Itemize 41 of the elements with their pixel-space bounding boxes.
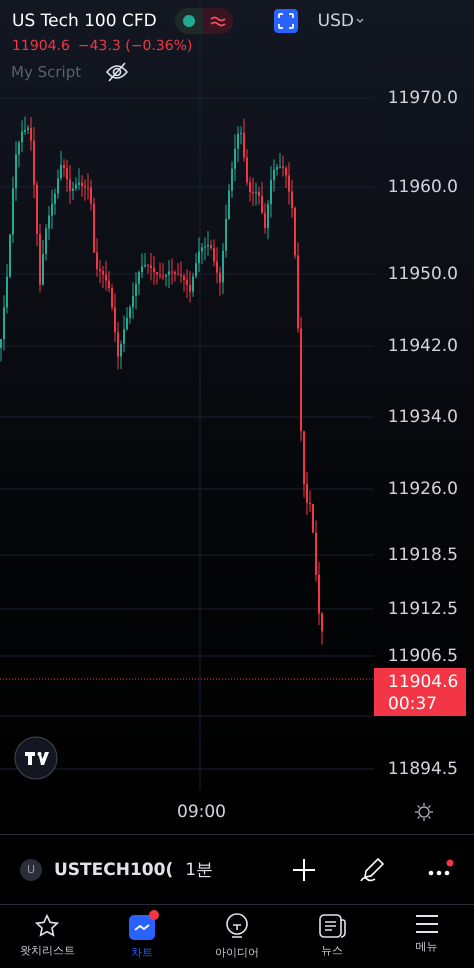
interval-selector[interactable]: 1분 [185,858,214,881]
drawing-tools-button[interactable] [358,856,386,884]
last-price-label: 11904.6 [388,671,460,693]
lightbulb-icon [224,913,250,941]
news-icon [318,913,346,939]
price-axis-label: 11906.5 [388,646,458,666]
chart-icon [128,913,156,941]
price-axis-label: 11934.0 [388,407,458,427]
last-price: 11904.6 [12,38,70,54]
eye-off-icon[interactable] [105,62,130,82]
price-axis-label: 11942.0 [388,336,458,356]
wave-icon [210,15,226,27]
price-change: −43.3 (−0.36%) [78,38,192,54]
theme-toggle-button[interactable] [414,802,434,822]
indicator-name: My Script [11,63,82,81]
nav-tab[interactable]: 아이디어 [190,905,284,968]
status-dot-icon [182,15,195,27]
fullscreen-button[interactable] [274,9,298,33]
nav-tab[interactable]: 메뉴 [379,905,474,968]
bar-countdown: 00:37 [388,693,438,715]
nav-tab[interactable]: 왓치리스트 [0,905,95,968]
price-axis-label: 11912.5 [388,599,458,619]
currency-selector[interactable]: USD [318,11,364,31]
add-button[interactable] [292,858,316,882]
price-axis-label: 11918.5 [388,545,458,565]
caret-icon [356,18,364,24]
price-axis-label: 11926.0 [388,479,458,499]
price-axis-label: 11894.5 [388,759,458,779]
market-status-pill[interactable] [174,8,233,34]
nav-tab[interactable]: 뉴스 [284,905,380,968]
symbol-name[interactable]: USTECH100( [54,860,174,880]
time-axis-label: 09:00 [177,802,226,822]
menu-icon [414,913,440,935]
price-axis-label: 11960.0 [388,177,458,197]
nav-tab[interactable]: 차트 [94,905,190,968]
price-axis-label: 11950.0 [388,264,458,284]
symbol-avatar: U [20,858,42,880]
logo-button[interactable] [14,736,58,780]
star-icon [34,913,60,939]
price-axis-label: 11970.0 [388,88,458,108]
symbol-title: US Tech 100 CFD [12,11,157,31]
